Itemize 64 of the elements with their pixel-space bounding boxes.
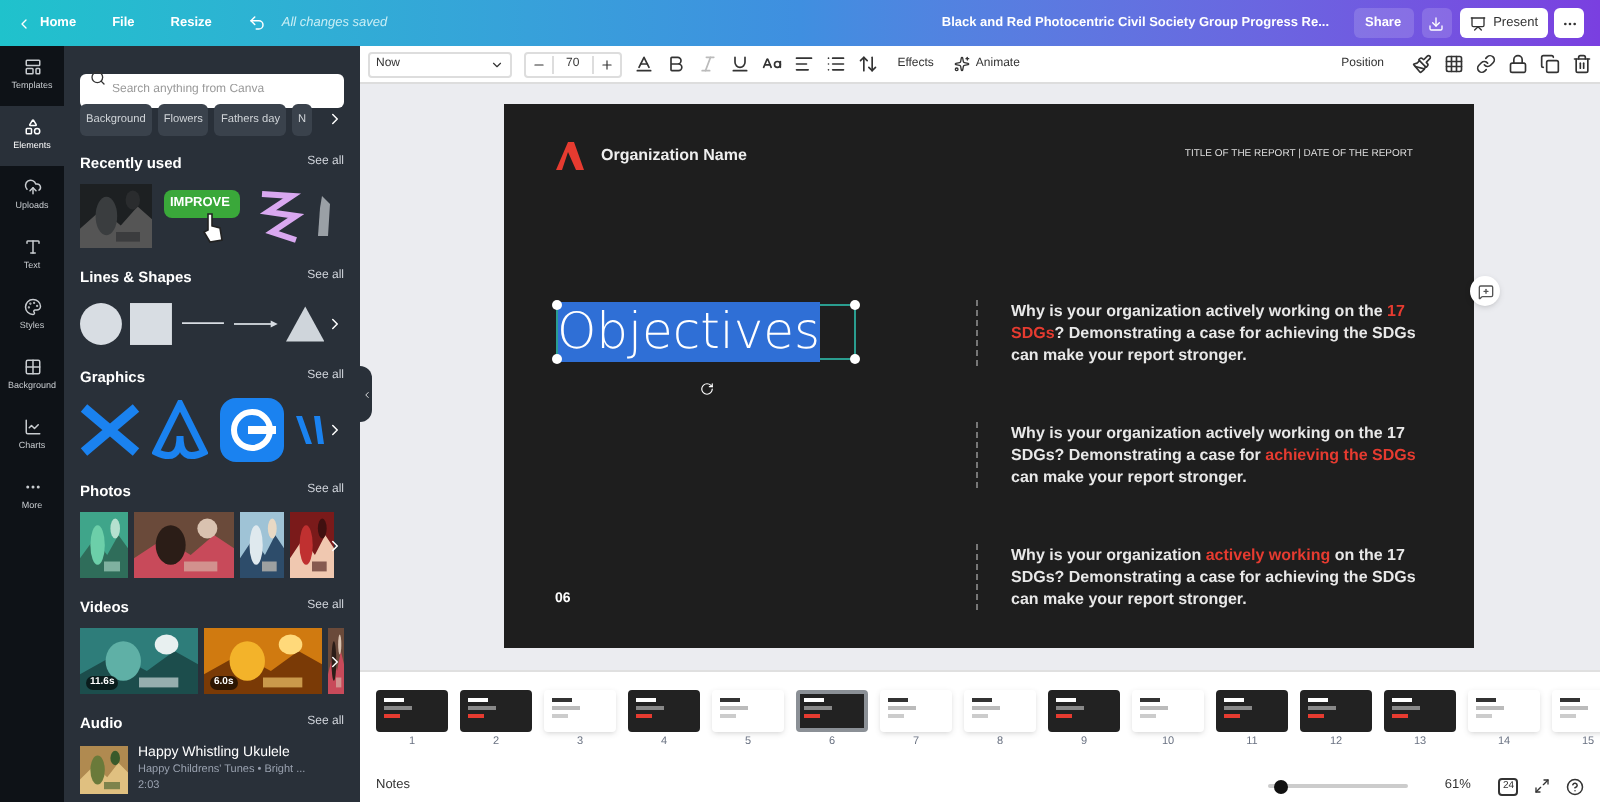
logo-icon [555,142,583,170]
slide-thumbnail[interactable] [1300,690,1372,732]
collapse-tab[interactable] [360,366,372,422]
slide-thumbnail[interactable] [628,690,700,732]
next-icon[interactable] [326,420,344,439]
underline-icon[interactable] [729,54,750,74]
more-button[interactable] [1554,8,1584,38]
spacing-icon[interactable] [857,54,878,74]
collapse-icon [361,389,371,399]
paragraph: Why is your organization actively working on the 17 SDGs? Demonstrating a case for achieving the SDGs can make your report stronger. [1011,300,1418,366]
text-color-icon[interactable] [633,54,654,74]
rail-icon [23,238,41,257]
rail-icon [23,118,41,137]
dropdown-icon [490,57,504,71]
slide-thumbnail[interactable] [1216,690,1288,732]
rail-icon [23,178,41,197]
paint-format-icon[interactable] [1412,54,1432,74]
align-icon[interactable] [793,54,814,74]
slide-thumbnail[interactable] [1048,690,1120,732]
paragraph: Why is your organization actively working on the 17 SDGs? Demonstrating a case for achieving the SDGs can make your report stronger. [1011,422,1418,488]
organization-name: Organization Name [601,144,747,168]
search-icon [90,69,106,85]
zoom-slider-thumb[interactable] [1273,779,1288,793]
slide-thumbnail[interactable] [796,690,868,732]
animate-icon [953,56,970,72]
stripe-graphic[interactable] [296,415,324,444]
paragraph: Why is your organization actively working on the 17 SDGs? Demonstrating a case for achieving the SDGs can make your report stronger. [1011,544,1418,610]
duplicate-icon[interactable] [1540,54,1560,74]
slide-thumbnail[interactable] [376,690,448,732]
download-icon [1428,15,1445,31]
next-icon[interactable] [326,314,344,332]
lock-icon[interactable] [1508,54,1528,74]
comment-button[interactable] [1470,276,1500,306]
statue-drawing [316,196,332,237]
square-graphic[interactable] [220,397,284,462]
rotate-handle-icon[interactable] [699,382,713,396]
next-icon[interactable] [326,536,344,554]
comment-icon [1477,283,1493,299]
triangle-shape[interactable] [285,303,324,343]
rail-icon [23,58,41,77]
download-button[interactable] [1421,8,1452,38]
help-icon[interactable] [1566,777,1584,795]
fullscreen-icon[interactable] [1534,778,1550,794]
transparency-icon[interactable] [1444,54,1464,74]
scissors-graphic[interactable] [80,403,140,456]
next-icon[interactable] [326,652,344,671]
link-icon[interactable] [1476,54,1496,74]
increase-icon[interactable] [599,57,614,71]
circle-shape[interactable] [80,299,122,347]
bold-icon[interactable] [665,54,686,74]
hand-pointer-icon [200,212,224,245]
heading: Objectives [557,302,821,362]
slide-thumbnail[interactable] [1384,690,1456,732]
loop-graphic[interactable] [152,399,208,460]
rail-icon [23,358,41,377]
rail-icon [23,418,41,437]
line-shape[interactable] [181,321,224,325]
next-icon[interactable] [326,110,344,128]
rail-icon [23,298,41,317]
delete-icon[interactable] [1572,54,1592,74]
letter-case-icon[interactable] [761,54,782,74]
square-shape[interactable] [129,299,172,347]
present-icon [1469,15,1486,31]
slide-thumbnail[interactable] [460,690,532,732]
